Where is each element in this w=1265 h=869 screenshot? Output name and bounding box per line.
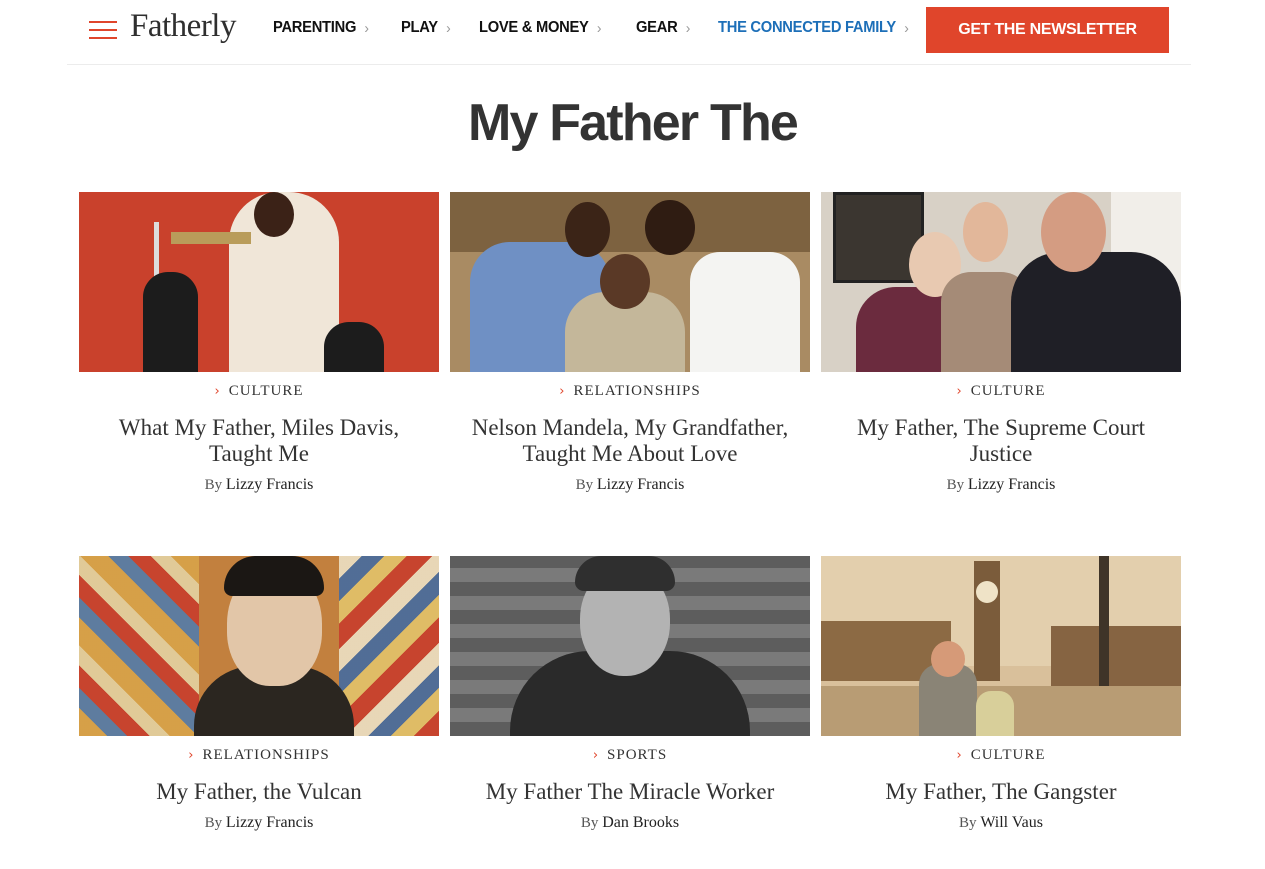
chevron-right-icon: › <box>592 748 600 763</box>
article-card[interactable]: › CULTURE My Father, The Supreme Court Ju… <box>821 192 1181 494</box>
article-author[interactable]: Lizzy Francis <box>968 476 1056 493</box>
article-category[interactable]: RELATIONSHIPS <box>574 383 701 399</box>
article-category[interactable]: CULTURE <box>229 383 304 399</box>
site-header: Fatherly PARENTING › PLAY › LOVE & MONEY › … <box>67 0 1191 65</box>
nav-label: LOVE & MONEY <box>478 19 589 36</box>
chevron-right-icon: › <box>596 19 602 37</box>
byline-prefix: By <box>204 477 223 493</box>
article-image[interactable] <box>450 192 810 372</box>
site-logo[interactable]: Fatherly <box>130 8 236 45</box>
article-category[interactable]: CULTURE <box>971 383 1046 399</box>
article-title[interactable]: Nelson Mandela, My Grandfather, Taught M… <box>462 415 798 467</box>
nav-label: PARENTING <box>273 19 357 36</box>
article-image[interactable] <box>821 192 1181 372</box>
chevron-right-icon: › <box>685 19 690 37</box>
article-image[interactable] <box>79 192 439 372</box>
article-author[interactable]: Lizzy Francis <box>226 814 314 831</box>
chevron-right-icon: › <box>364 19 369 37</box>
nav-item-parenting[interactable]: PARENTING › <box>273 19 369 37</box>
article-title[interactable]: My Father, The Gangster <box>833 779 1169 805</box>
byline-prefix: By <box>959 815 977 831</box>
article-card[interactable]: › CULTURE What My Father, Miles Davis, Ta… <box>79 192 439 494</box>
chevron-right-icon: › <box>956 748 963 763</box>
article-card[interactable]: › RELATIONSHIPS My Father, the Vulcan By … <box>79 556 439 832</box>
nav-label: GEAR <box>635 19 678 36</box>
article-title[interactable]: What My Father, Miles Davis, Taught Me <box>91 415 427 467</box>
nav-item-gear[interactable]: GEAR › <box>636 19 690 37</box>
article-title[interactable]: My Father The Miracle Worker <box>462 779 798 805</box>
nav-label: PLAY <box>401 19 438 36</box>
article-image[interactable] <box>79 556 439 736</box>
article-author[interactable]: Dan Brooks <box>602 814 679 831</box>
byline-prefix: By <box>575 477 594 493</box>
page-title: My Father The <box>467 94 799 152</box>
chevron-right-icon: › <box>956 384 963 399</box>
hamburger-menu-icon[interactable] <box>89 21 117 41</box>
article-author[interactable]: Lizzy Francis <box>226 476 314 493</box>
article-category[interactable]: CULTURE <box>971 747 1046 763</box>
article-category[interactable]: SPORTS <box>607 747 667 763</box>
chevron-right-icon: › <box>446 19 451 37</box>
byline-prefix: By <box>580 815 599 831</box>
byline-prefix: By <box>204 815 223 831</box>
article-author[interactable]: Will Vaus <box>980 814 1043 831</box>
article-card[interactable]: › RELATIONSHIPS Nelson Mandela, My Grandf… <box>450 192 810 494</box>
article-card[interactable]: › CULTURE My Father, The Gangster By Will… <box>821 556 1181 832</box>
nav-label: THE CONNECTED FAMILY <box>718 19 897 36</box>
article-image[interactable] <box>821 556 1181 736</box>
article-author[interactable]: Lizzy Francis <box>597 476 685 493</box>
chevron-right-icon: › <box>904 19 910 37</box>
chevron-right-icon: › <box>188 748 195 763</box>
article-image[interactable] <box>450 556 810 736</box>
article-title[interactable]: My Father, The Supreme Court Justice <box>833 415 1169 467</box>
newsletter-button[interactable]: GET THE NEWSLETTER <box>926 7 1169 53</box>
article-card[interactable]: › SPORTS My Father The Miracle Worker By … <box>450 556 810 832</box>
byline-prefix: By <box>946 477 965 493</box>
chevron-right-icon: › <box>214 384 221 399</box>
article-category[interactable]: RELATIONSHIPS <box>203 747 330 763</box>
nav-item-love-money[interactable]: LOVE & MONEY › <box>479 19 601 37</box>
chevron-right-icon: › <box>559 384 566 399</box>
article-title[interactable]: My Father, the Vulcan <box>91 779 427 805</box>
nav-item-play[interactable]: PLAY › <box>401 19 451 37</box>
main-nav: PARENTING › PLAY › LOVE & MONEY › GEAR › THE… <box>273 19 949 37</box>
nav-item-connected-family[interactable]: THE CONNECTED FAMILY › <box>718 19 909 37</box>
